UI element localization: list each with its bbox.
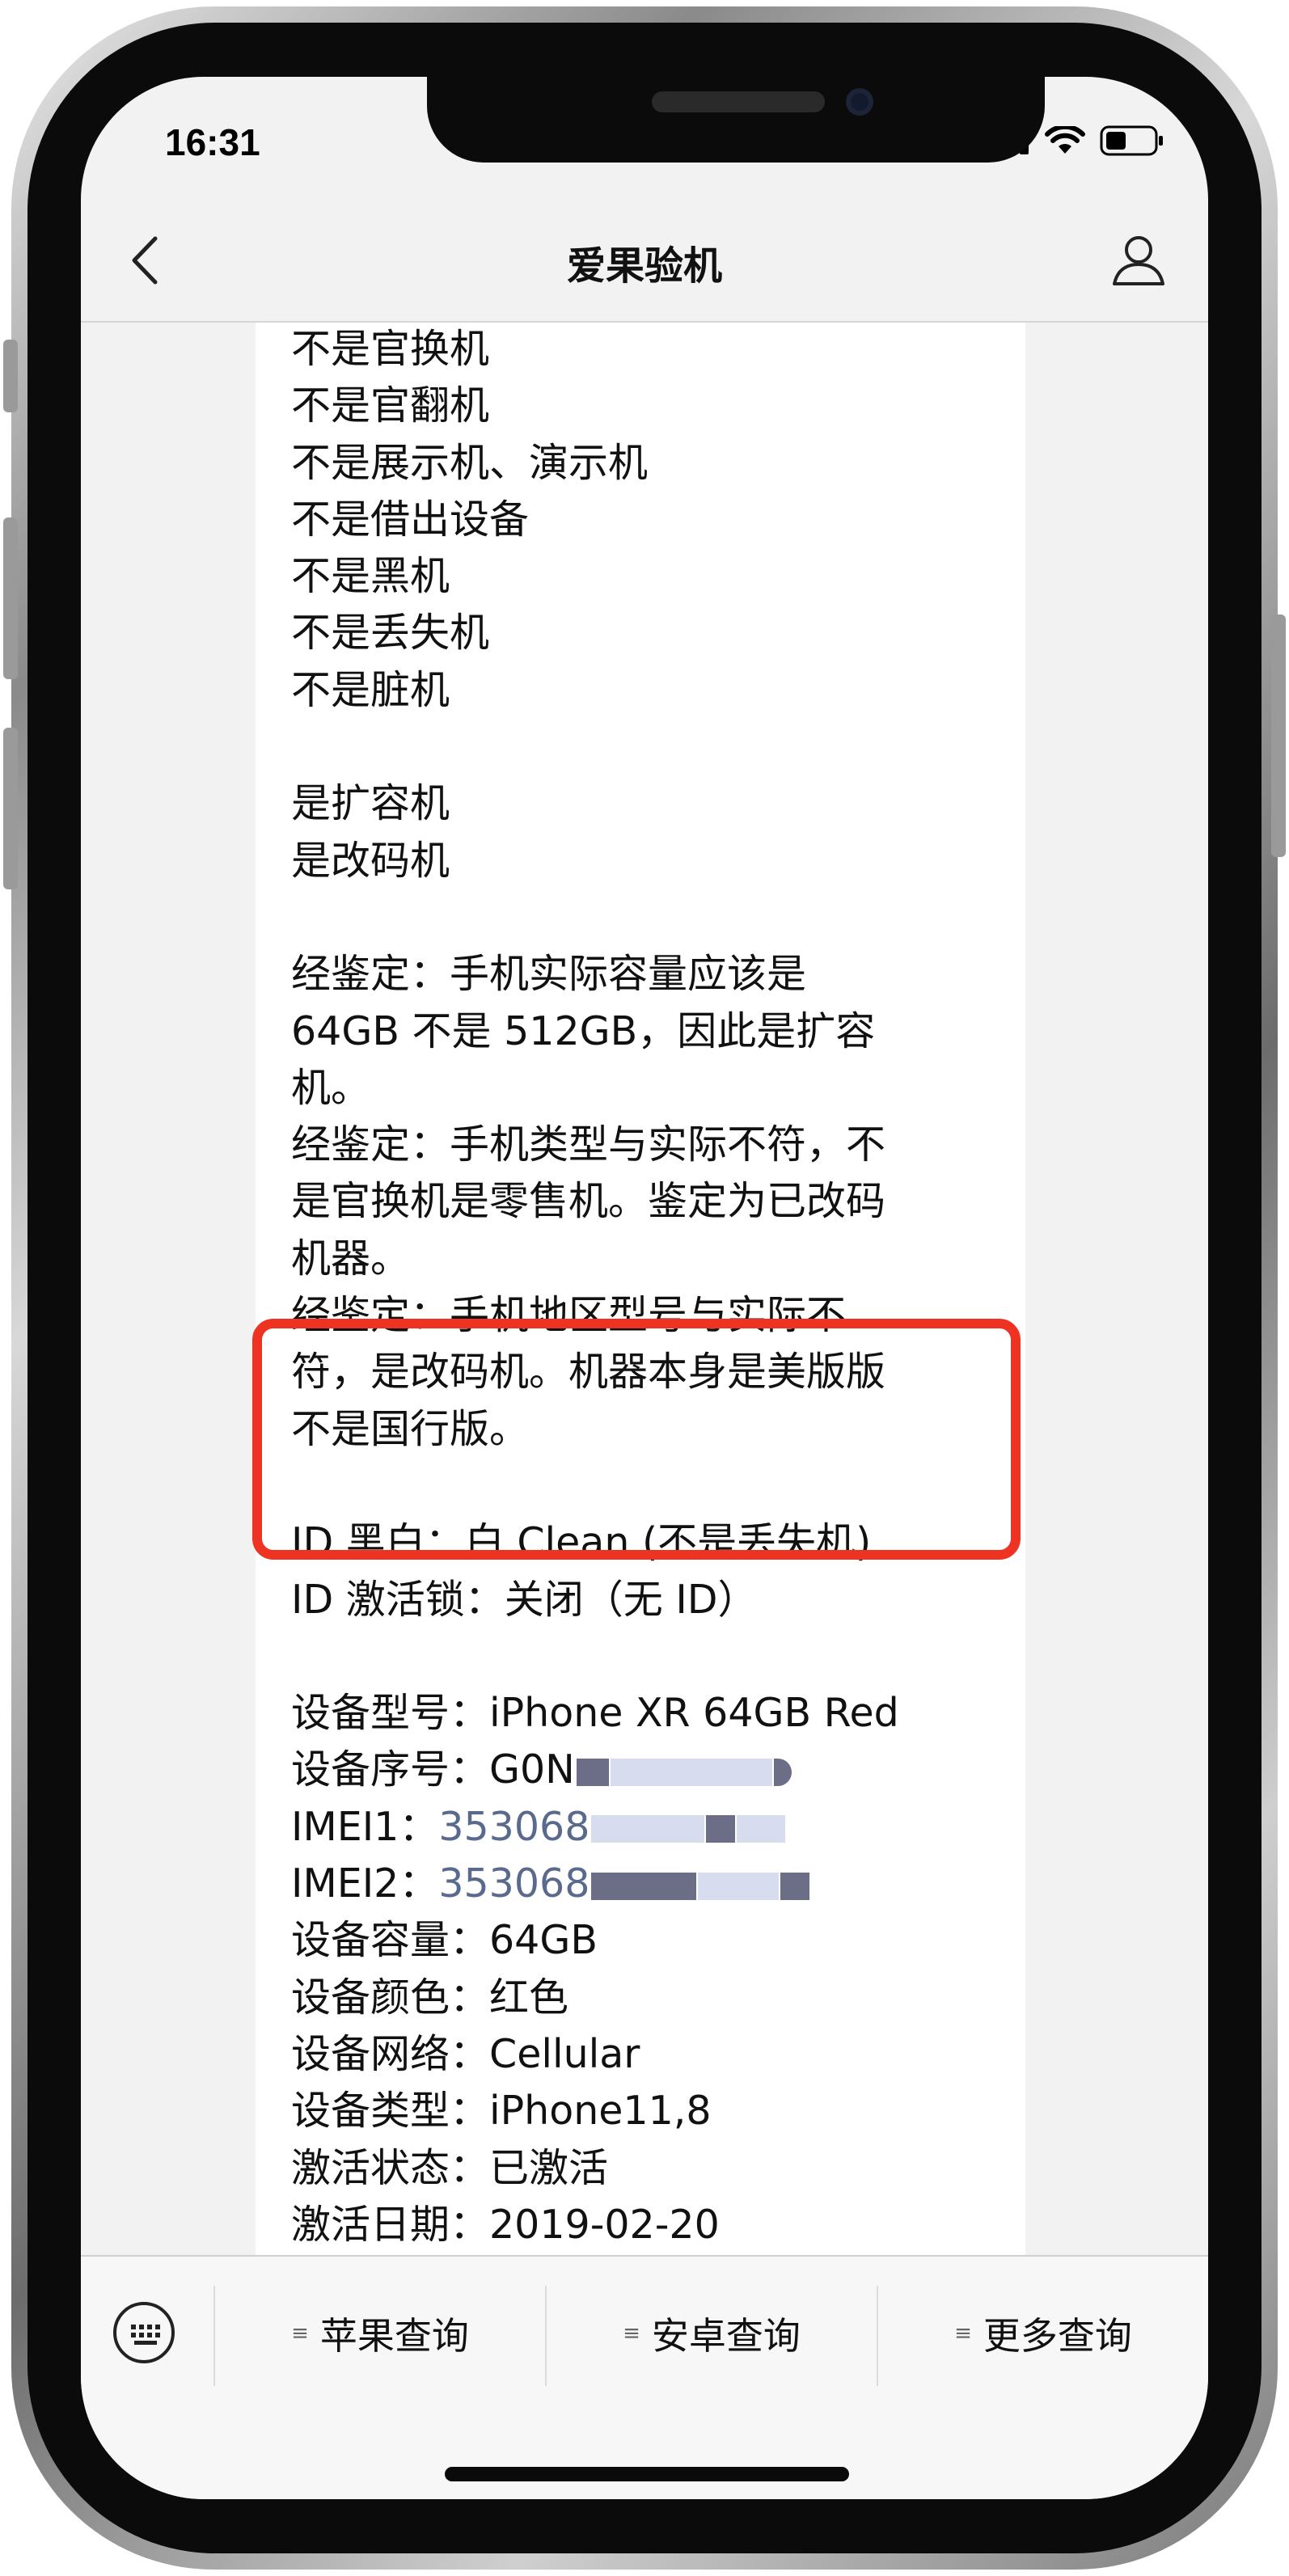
status-time: 16:31	[165, 121, 260, 163]
imei2-value[interactable]: 353068	[438, 1860, 590, 1907]
home-indicator[interactable]	[445, 2467, 849, 2481]
device-network: 设备网络：Cellular	[291, 2030, 640, 2077]
notch	[427, 77, 1045, 163]
device-serial: 设备序号：G0N	[291, 1742, 1003, 1798]
front-camera	[846, 88, 873, 116]
message-line: 不是黑机	[291, 553, 450, 600]
message-line: 不是脏机	[291, 666, 450, 713]
imei1-value[interactable]: 353068	[438, 1804, 590, 1850]
imei2-row: IMEI2：353068	[291, 1856, 1003, 1912]
power-button	[1271, 614, 1286, 857]
profile-icon	[1113, 236, 1164, 285]
message-line: 不是官换机	[291, 326, 490, 372]
serial-redaction	[576, 1758, 609, 1786]
message-line: ID 激活锁：关闭（无 ID）	[291, 1576, 758, 1623]
wifi-icon	[1045, 126, 1085, 154]
bottom-menu-bar: ≡ 苹果查询 ≡ 安卓查询 ≡ 更多查询	[81, 2255, 1208, 2499]
message-line: 不是借出设备	[291, 496, 530, 543]
menu-icon: ≡	[954, 2321, 972, 2346]
navigation-bar: 爱果验机	[81, 198, 1208, 323]
message-line: 不是丢失机	[291, 610, 490, 657]
menu-apple-query[interactable]: ≡ 苹果查询	[215, 2281, 545, 2386]
message-line: 不是展示机、演示机	[291, 439, 649, 486]
menu-apple-query-label: 苹果查询	[319, 2314, 469, 2358]
highlight-annotation	[252, 1319, 1021, 1560]
imei1-label: IMEI1：	[291, 1803, 439, 1850]
message-line: 经鉴定：手机类型与实际不符，不	[291, 1121, 886, 1168]
message-text: 不是官换机不是官翻机不是展示机、演示机 不是借出设备 不是黑机不是丢失机不是脏机是扩…	[291, 321, 1003, 2253]
imei2-label: IMEI2：	[291, 1860, 439, 1907]
device-capacity: 设备容量：64GB	[291, 1917, 598, 1964]
imei1-row: IMEI1：353068	[291, 1799, 1003, 1856]
message-line: 是改码机	[291, 837, 450, 884]
phone-screen: 16:31 爱果验机 不是官换机 不是官翻机 不是展示机、演示机 不是借出设备 …	[81, 77, 1208, 2499]
message-line: 是官换机是零售机。鉴定为已改码	[291, 1178, 886, 1225]
message-line: 是扩容机	[291, 780, 450, 827]
keyboard-toggle-button[interactable]	[113, 2302, 175, 2363]
imei1-redaction	[706, 1815, 736, 1843]
keyboard-icon	[131, 2325, 160, 2345]
message-line: 经鉴定：手机实际容量应该是	[291, 951, 807, 998]
serial-redaction-end	[773, 1758, 792, 1786]
profile-button[interactable]	[1109, 230, 1168, 289]
serial-value: G0N	[489, 1746, 575, 1793]
imei1-redaction-blur	[591, 1815, 705, 1843]
chat-content[interactable]: 不是官换机不是官翻机不是展示机、演示机 不是借出设备 不是黑机不是丢失机不是脏机是扩…	[81, 321, 1208, 2255]
imei1-redaction-tail	[737, 1815, 786, 1843]
serial-redaction-blur	[610, 1758, 772, 1786]
menu-android-query-label: 安卓查询	[651, 2314, 801, 2358]
battery-icon	[1100, 125, 1163, 156]
volume-up-button	[3, 517, 18, 679]
device-color: 设备颜色：红色	[291, 1974, 569, 2021]
menu-more-query-label: 更多查询	[983, 2314, 1132, 2358]
message-line: 64GB 不是 512GB，因此是扩容	[291, 1007, 876, 1054]
menu-more-query[interactable]: ≡ 更多查询	[878, 2281, 1208, 2386]
menu-icon: ≡	[291, 2321, 309, 2346]
activation-status: 激活状态：已激活	[291, 2144, 609, 2191]
device-type: 设备类型：iPhone11,8	[291, 2088, 712, 2135]
earpiece-speaker	[652, 91, 825, 112]
volume-down-button	[3, 728, 18, 889]
message-line: 机。	[291, 1064, 371, 1111]
message-line: 不是官翻机	[291, 382, 490, 429]
mute-switch	[3, 340, 18, 412]
serial-label: 设备序号：	[291, 1746, 490, 1793]
imei2-redaction-end	[780, 1872, 810, 1900]
page-title: 爱果验机	[566, 243, 722, 289]
imei2-redaction	[591, 1872, 697, 1900]
imei2-redaction-blur	[698, 1872, 780, 1900]
message-line: 机器。	[291, 1235, 411, 1282]
menu-icon: ≡	[623, 2321, 640, 2346]
menu-android-query[interactable]: ≡ 安卓查询	[547, 2281, 877, 2386]
device-model: 设备型号：iPhone XR 64GB Red	[291, 1690, 899, 1737]
activation-date: 激活日期：2019-02-20	[291, 2201, 720, 2248]
